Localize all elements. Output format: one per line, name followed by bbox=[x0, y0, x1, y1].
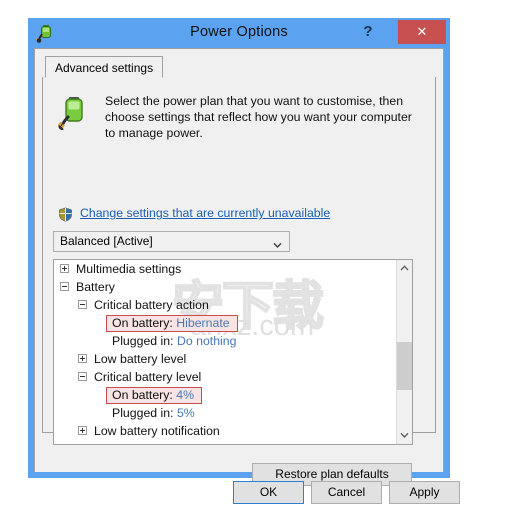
window-title: Power Options bbox=[190, 24, 288, 40]
tree-row-text: Critical battery action bbox=[94, 298, 209, 312]
power-plan-select[interactable]: Balanced [Active] bbox=[53, 231, 290, 252]
change-unavailable-settings-link[interactable]: Change settings that are currently unava… bbox=[80, 206, 330, 220]
collapse-icon[interactable] bbox=[60, 282, 69, 291]
tree-row-text: Critical battery level bbox=[94, 370, 202, 384]
power-plan-select-value: Balanced [Active] bbox=[60, 234, 153, 248]
tree-row-content: Low battery notification bbox=[94, 424, 220, 438]
tab-advanced-settings[interactable]: Advanced settings bbox=[45, 56, 164, 78]
tree-row-value: Hibernate bbox=[176, 316, 230, 330]
tree-row[interactable]: Low battery level bbox=[54, 350, 396, 368]
expand-icon[interactable] bbox=[60, 264, 69, 273]
tree-row-text: Low battery level bbox=[94, 352, 187, 366]
advanced-settings-tree[interactable]: 安下载 anxz.com Multimedia settings Battery C… bbox=[53, 259, 413, 445]
tree-row[interactable]: Critical battery level bbox=[54, 368, 396, 386]
tree-row[interactable]: On battery: 4% bbox=[54, 386, 396, 404]
tree-row-text: Battery bbox=[76, 280, 115, 294]
tree-row-content: Critical battery action bbox=[94, 298, 209, 312]
title-bar[interactable]: Power Options ? ✕ bbox=[28, 18, 450, 48]
ok-button[interactable]: OK bbox=[233, 481, 304, 504]
help-button[interactable]: ? bbox=[355, 20, 381, 44]
tree-row-value: 4% bbox=[176, 388, 195, 402]
tree-row-content: Plugged in: 5% bbox=[112, 406, 195, 420]
chevron-up-icon[interactable] bbox=[397, 260, 412, 277]
tree-row-text: Multimedia settings bbox=[76, 262, 182, 276]
tree-row-value: 5% bbox=[176, 406, 195, 420]
tree-scrollbar[interactable] bbox=[396, 260, 412, 444]
chevron-down-icon bbox=[273, 238, 282, 249]
tree-rows: Multimedia settings Battery Critical batte… bbox=[54, 260, 396, 440]
client-area: Advanced settings Select the power plan … bbox=[34, 48, 460, 504]
tree-row-label: Low battery notification bbox=[94, 424, 220, 438]
tree-row-value: Do nothing bbox=[176, 334, 237, 348]
tree-row[interactable]: Plugged in: 5% bbox=[54, 404, 396, 422]
tab-page-advanced-settings: Select the power plan that you want to c… bbox=[42, 77, 436, 486]
tree-row[interactable]: Low battery notification bbox=[54, 422, 396, 440]
tree-row[interactable]: On battery: Hibernate bbox=[54, 314, 396, 332]
tree-row-text: Plugged in: bbox=[112, 334, 174, 348]
tree-rows-container: 安下载 anxz.com Multimedia settings Battery C… bbox=[54, 260, 396, 444]
scrollbar-thumb[interactable] bbox=[397, 342, 412, 390]
tree-row-text: Low battery notification bbox=[94, 424, 220, 438]
tree-row[interactable]: Multimedia settings bbox=[54, 260, 396, 278]
cancel-button[interactable]: Cancel bbox=[311, 481, 382, 504]
battery-plug-icon bbox=[57, 95, 94, 135]
tree-row-label: On battery: Hibernate bbox=[106, 315, 238, 332]
tree-row-label: On battery: 4% bbox=[106, 387, 203, 404]
tree-row-content: Multimedia settings bbox=[76, 262, 181, 276]
tree-row-label: Plugged in: 5% bbox=[112, 406, 195, 420]
tree-row-content: Battery bbox=[76, 280, 115, 294]
tree-row[interactable]: Plugged in: Do nothing bbox=[54, 332, 396, 350]
collapse-icon[interactable] bbox=[78, 300, 87, 309]
expand-icon[interactable] bbox=[78, 354, 87, 363]
tree-row-label: Multimedia settings bbox=[76, 262, 181, 276]
tree-row[interactable]: Battery bbox=[54, 278, 396, 296]
tree-row-text: Plugged in: bbox=[112, 406, 174, 420]
close-button[interactable]: ✕ bbox=[398, 20, 446, 44]
tree-row-text: On battery: bbox=[112, 388, 173, 402]
apply-button[interactable]: Apply bbox=[389, 481, 460, 504]
header-description: Select the power plan that you want to c… bbox=[105, 94, 412, 140]
tab-strip: Advanced settings bbox=[42, 56, 436, 78]
tree-row-text: On battery: bbox=[112, 316, 173, 330]
tree-row-label: Plugged in: Do nothing bbox=[112, 334, 236, 348]
shield-icon bbox=[58, 207, 73, 222]
tree-row-label: Battery bbox=[76, 280, 115, 294]
tree-row-selected-content: On battery: Hibernate bbox=[106, 315, 238, 332]
collapse-icon[interactable] bbox=[78, 372, 87, 381]
tree-row-label: Critical battery action bbox=[94, 298, 209, 312]
tree-row-content: Low battery level bbox=[94, 352, 186, 366]
tree-row-content: Plugged in: Do nothing bbox=[112, 334, 236, 348]
tree-row-selected-content: On battery: 4% bbox=[106, 387, 203, 404]
tree-row-content: Critical battery level bbox=[94, 370, 201, 384]
tree-row-label: Low battery level bbox=[94, 352, 186, 366]
tree-row[interactable]: Critical battery action bbox=[54, 296, 396, 314]
power-options-window: Power Options ? ✕ Advanced settings Sele… bbox=[28, 18, 460, 504]
chevron-down-icon[interactable] bbox=[397, 427, 412, 444]
expand-icon[interactable] bbox=[78, 426, 87, 435]
tree-row-label: Critical battery level bbox=[94, 370, 201, 384]
